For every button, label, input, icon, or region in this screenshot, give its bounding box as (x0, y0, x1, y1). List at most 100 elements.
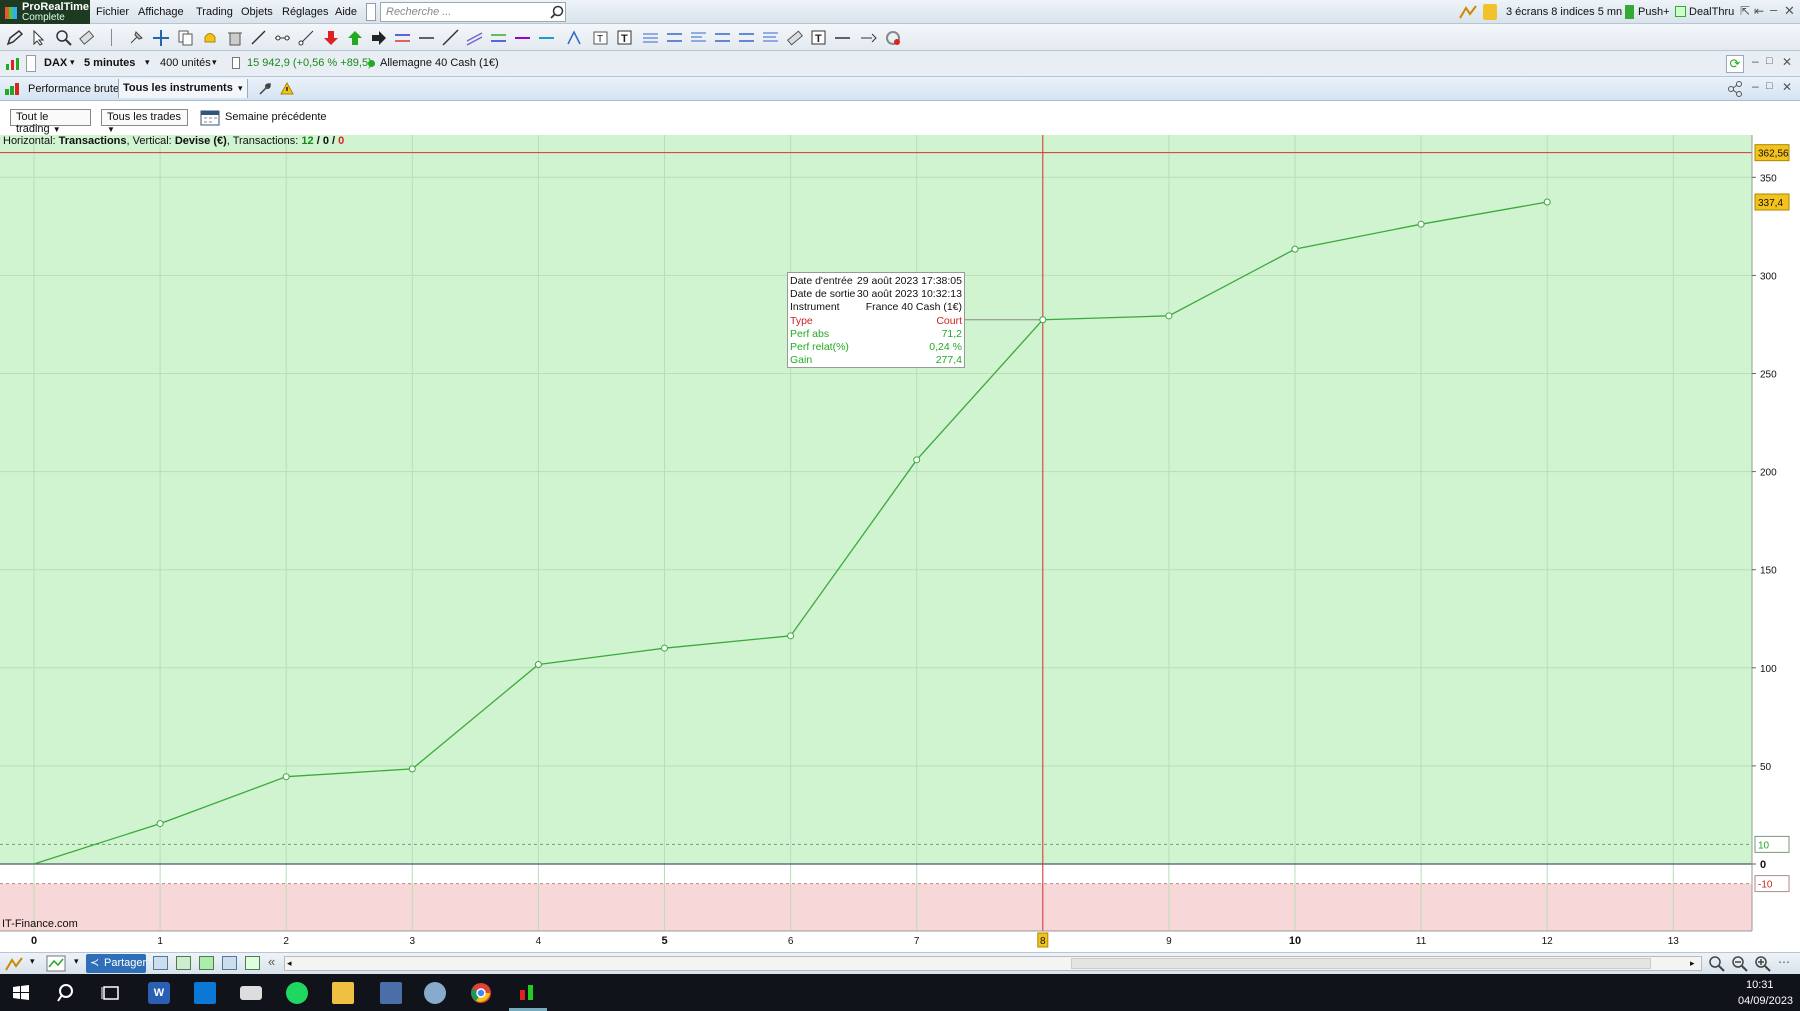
scroll-left-icon[interactable]: ◂ (287, 958, 292, 969)
link-chain-icon[interactable] (26, 55, 36, 72)
scroll-right-icon[interactable]: ▸ (1690, 958, 1695, 969)
back-icon[interactable]: ⇤ (1754, 4, 1764, 18)
timeframe-select[interactable]: 5 minutes (84, 57, 135, 69)
fibo-arcs-icon[interactable] (690, 29, 707, 46)
more-icon[interactable]: ⋯ (1778, 955, 1790, 969)
buy-arrow-icon[interactable] (346, 29, 363, 46)
search-input[interactable]: Recherche ... (380, 2, 566, 22)
fibo-lines-icon[interactable] (642, 29, 659, 46)
chrome-icon[interactable] (470, 982, 492, 1004)
pitchfork-icon[interactable] (738, 29, 755, 46)
channel-icon[interactable] (466, 29, 483, 46)
chart-tool-icon[interactable] (1458, 4, 1478, 20)
trash-icon[interactable] (226, 29, 243, 46)
wrench-icon[interactable] (258, 82, 272, 96)
performance-tab[interactable]: Performance brute (28, 83, 119, 95)
alert-bell-icon[interactable] (201, 29, 218, 46)
equity-chart[interactable]: 050100150200250300350362,56337,410-10 01… (0, 135, 1800, 948)
move-icon[interactable] (152, 29, 169, 46)
warning-icon[interactable] (280, 82, 294, 96)
chevron-down-icon[interactable]: ▾ (74, 956, 79, 967)
search-icon[interactable] (56, 982, 78, 1004)
zoom-icon[interactable] (55, 29, 72, 46)
menu-objets[interactable]: Objets (241, 6, 273, 18)
table-icon[interactable] (176, 956, 191, 970)
instruments-select[interactable]: Tous les instruments (123, 82, 233, 94)
chevron-down-icon[interactable]: ▾ (70, 57, 75, 68)
blue-hline-icon[interactable] (538, 29, 555, 46)
sell-arrow-icon[interactable] (322, 29, 339, 46)
menu-aide[interactable]: Aide (335, 6, 357, 18)
close-icon[interactable]: ✕ (1782, 55, 1792, 69)
store-icon[interactable] (194, 982, 216, 1004)
trading-filter-select[interactable]: Tout le trading ▼ (10, 109, 91, 135)
file-explorer-icon[interactable] (332, 982, 354, 1004)
hline-range-icon[interactable] (394, 29, 411, 46)
indicator-icon[interactable] (46, 955, 66, 972)
link-icon[interactable] (245, 956, 260, 970)
zoom-fit-icon[interactable] (1708, 955, 1726, 973)
share-button[interactable]: ≺ Partager (86, 954, 146, 973)
push-label[interactable]: Push+ (1638, 6, 1670, 18)
zoom-out-icon[interactable] (1731, 955, 1749, 973)
double-hline-icon[interactable] (490, 29, 507, 46)
segment-icon[interactable] (274, 29, 291, 46)
calendar-icon[interactable] (200, 109, 220, 126)
cycle-icon[interactable] (884, 29, 901, 46)
info-icon[interactable] (232, 57, 240, 69)
chart-type-icon[interactable] (4, 56, 20, 72)
list-icon[interactable] (153, 956, 168, 970)
close-icon[interactable]: ✕ (1782, 80, 1792, 94)
close-icon[interactable]: ✕ (1784, 3, 1795, 19)
regression-icon[interactable] (762, 29, 779, 46)
horizontal-scrollbar[interactable]: ◂ ▸ (284, 956, 1702, 971)
maximize-icon[interactable]: □ (1766, 55, 1773, 67)
copy-icon[interactable] (177, 29, 194, 46)
chevron-down-icon[interactable]: ▾ (238, 83, 243, 94)
purple-hline-icon[interactable] (514, 29, 531, 46)
minimize-icon[interactable]: – (1770, 2, 1777, 17)
task-view-icon[interactable] (100, 982, 122, 1004)
trendline-icon[interactable] (298, 29, 315, 46)
pencil-icon[interactable] (6, 29, 23, 46)
eraser-icon[interactable] (78, 29, 95, 46)
ray-icon[interactable] (250, 29, 267, 46)
spotify-icon[interactable] (286, 982, 308, 1004)
calculator-icon[interactable] (380, 982, 402, 1004)
prorealtime-icon[interactable] (516, 982, 538, 1004)
ruler-icon[interactable] (786, 29, 803, 46)
layout-label[interactable]: 3 écrans 8 indices 5 mn (1506, 6, 1622, 18)
share-icon[interactable] (1727, 81, 1743, 97)
double-left-icon[interactable]: « (268, 954, 275, 969)
text-icon[interactable]: T (616, 29, 633, 46)
period-label[interactable]: Semaine précédente (225, 111, 327, 123)
chevron-down-icon[interactable]: ▾ (212, 57, 217, 68)
windows-start-icon[interactable] (10, 982, 32, 1004)
search-icon[interactable] (550, 5, 564, 19)
dealthru-label[interactable]: DealThru (1689, 6, 1734, 18)
fibo-fan-icon[interactable] (666, 29, 683, 46)
chevron-down-icon[interactable]: ▾ (30, 956, 35, 967)
measure-icon[interactable] (860, 29, 877, 46)
menu-trading[interactable]: Trading (196, 6, 233, 18)
trades-filter-select[interactable]: Tous les trades ▼ (101, 109, 188, 134)
message-icon[interactable] (1483, 4, 1497, 20)
link-icon[interactable] (366, 3, 376, 21)
text-note-icon[interactable]: T (810, 29, 827, 46)
diagonal-line-icon[interactable] (442, 29, 459, 46)
gann-icon[interactable] (714, 29, 731, 46)
right-arrow-icon[interactable] (370, 29, 387, 46)
refresh-icon[interactable]: ⟳ (1726, 55, 1744, 73)
scrollbar-thumb[interactable] (1071, 958, 1651, 969)
mail-icon[interactable] (240, 986, 262, 1000)
cursor-icon[interactable] (30, 29, 47, 46)
dash-line-icon[interactable] (834, 29, 851, 46)
minimize-icon[interactable]: – (1752, 54, 1759, 68)
window-mode-icon[interactable]: ⇱ (1740, 4, 1750, 18)
menu-affichage[interactable]: Affichage (138, 6, 184, 18)
word-icon[interactable]: W (148, 982, 170, 1004)
chevron-down-icon[interactable]: ▾ (145, 57, 150, 68)
paint-icon[interactable] (424, 982, 446, 1004)
fibonacci-icon[interactable] (566, 29, 583, 46)
hline-icon[interactable] (418, 29, 435, 46)
